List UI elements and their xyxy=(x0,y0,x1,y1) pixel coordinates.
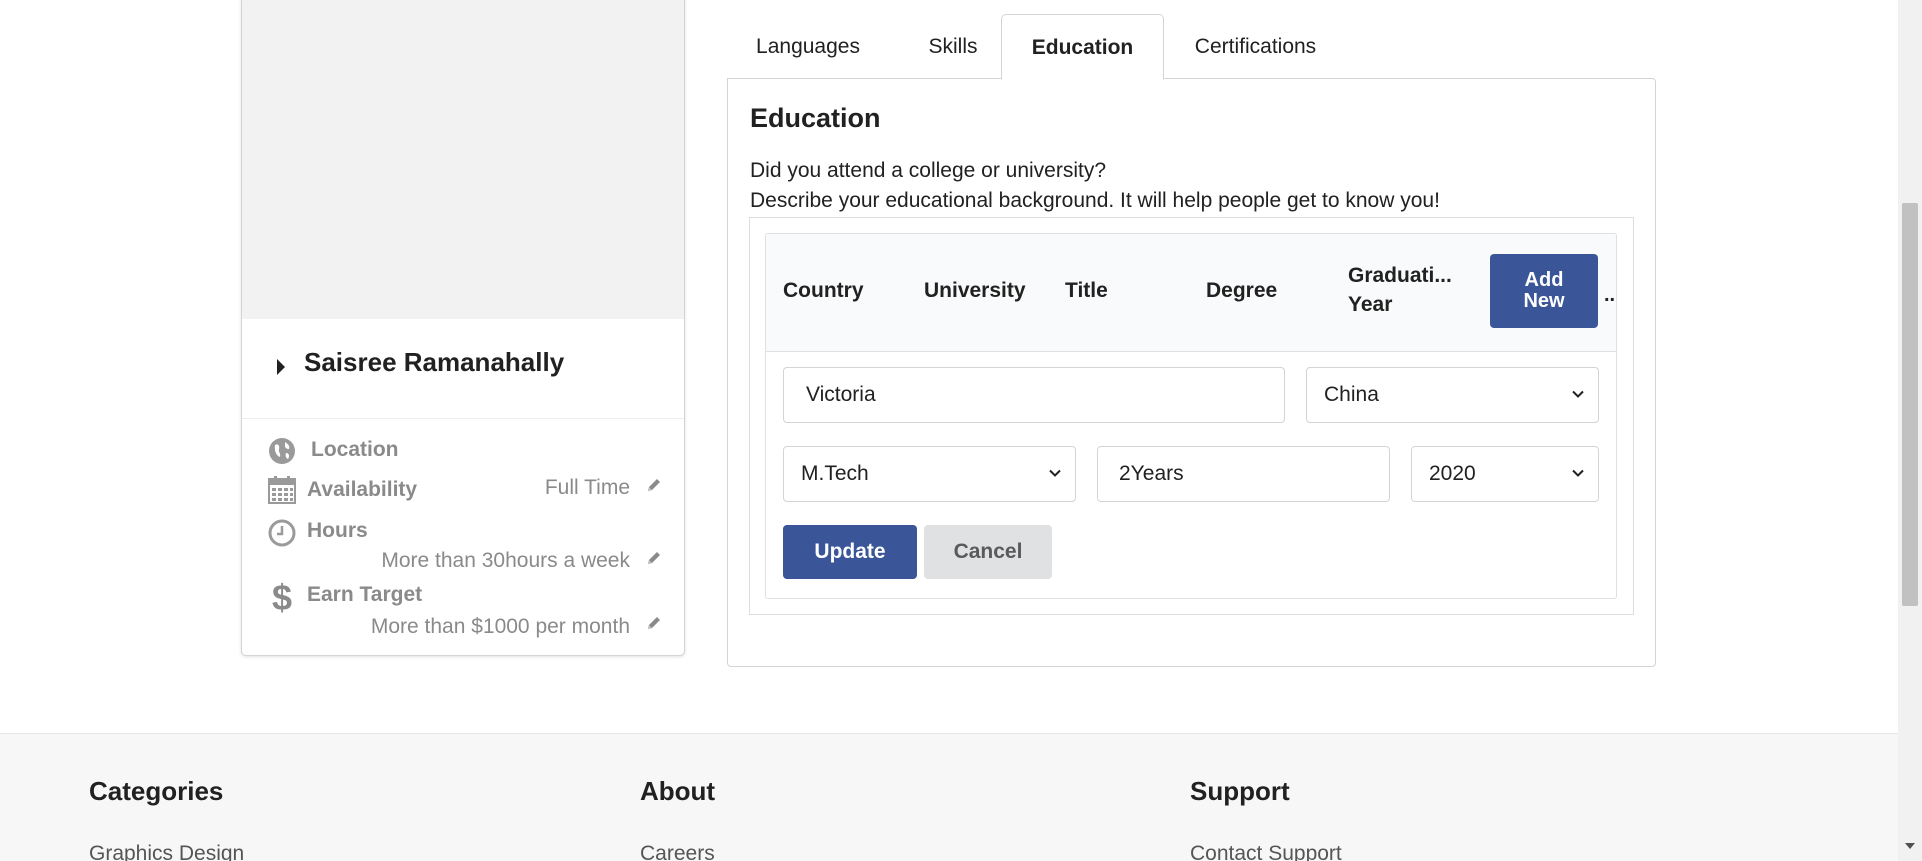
location-label: Location xyxy=(311,438,399,461)
profile-name-row[interactable]: Saisree Ramanahally xyxy=(242,319,684,419)
tab-education[interactable]: Education xyxy=(1001,14,1164,80)
edit-earn-target-pencil-icon[interactable] xyxy=(646,615,662,631)
column-header-title: Title xyxy=(1065,279,1108,302)
calendar-icon xyxy=(268,476,296,504)
hours-value: More than 30hours a week xyxy=(381,549,630,572)
chevron-down-icon xyxy=(1572,469,1584,477)
profile-image-placeholder xyxy=(242,0,684,319)
footer-about-heading: About xyxy=(640,776,716,806)
vertical-scrollbar[interactable] xyxy=(1898,0,1922,861)
education-panel: Education Did you attend a college or un… xyxy=(727,78,1656,667)
edit-hours-pencil-icon[interactable] xyxy=(646,550,662,566)
scroll-down-arrow-icon[interactable] xyxy=(1905,843,1915,849)
footer: Categories About Support Graphics Design… xyxy=(0,733,1898,861)
tab-education-label: Education xyxy=(1031,36,1134,59)
column-header-degree: Degree xyxy=(1206,279,1278,302)
education-question: Did you attend a college or university? xyxy=(750,159,1107,182)
year-select[interactable]: 2020 xyxy=(1411,446,1599,502)
footer-categories-heading: Categories xyxy=(89,776,224,806)
education-table-wrapper: Country University Title Degree Graduati… xyxy=(749,217,1634,615)
dollar-icon: $ xyxy=(272,577,293,618)
edit-availability-pencil-icon[interactable] xyxy=(646,477,662,493)
education-table: Country University Title Degree Graduati… xyxy=(765,233,1617,599)
degree-input[interactable]: 2Years xyxy=(1097,446,1390,502)
tab-skills[interactable]: Skills xyxy=(889,14,1017,79)
tab-certifications[interactable]: Certifications xyxy=(1164,14,1347,79)
title-select[interactable]: M.Tech xyxy=(783,446,1076,502)
hours-label: Hours xyxy=(307,519,368,542)
chevron-down-icon xyxy=(1572,390,1584,398)
scrollbar-thumb[interactable] xyxy=(1902,203,1918,606)
availability-value: Full Time xyxy=(544,476,630,499)
column-header-graduation: Graduati... xyxy=(1348,264,1452,287)
update-button[interactable]: Update xyxy=(783,525,917,579)
page: Saisree Ramanahally Location Availabilit… xyxy=(0,0,1922,861)
clock-icon xyxy=(268,519,296,547)
globe-icon xyxy=(269,438,295,464)
education-title: Education xyxy=(750,103,881,133)
tab-certifications-label: Certifications xyxy=(1194,35,1317,58)
country-select[interactable]: China xyxy=(1306,367,1599,423)
caret-right-icon[interactable] xyxy=(277,359,285,375)
footer-link-contact-support[interactable]: Contact Support xyxy=(1190,842,1342,861)
year-select-value: 2020 xyxy=(1429,462,1476,485)
education-description: Describe your educational background. It… xyxy=(750,189,1440,212)
add-new-label-line2: New xyxy=(1523,290,1565,312)
add-new-button[interactable]: Add New xyxy=(1490,254,1598,328)
education-table-header: Country University Title Degree Graduati… xyxy=(766,234,1616,352)
profile-card: Saisree Ramanahally Location Availabilit… xyxy=(241,0,685,656)
column-header-year: Year xyxy=(1348,293,1393,316)
column-header-university: University xyxy=(924,279,1026,302)
add-new-label-line1: Add xyxy=(1524,269,1564,291)
footer-support-heading: Support xyxy=(1190,776,1290,806)
tab-languages[interactable]: Languages xyxy=(727,14,889,79)
tab-skills-label: Skills xyxy=(928,35,978,58)
tab-languages-label: Languages xyxy=(756,35,860,58)
footer-link-graphics-design[interactable]: Graphics Design xyxy=(89,842,244,861)
country-select-value: China xyxy=(1324,383,1379,406)
earn-target-label: Earn Target xyxy=(307,583,423,606)
cancel-button[interactable]: Cancel xyxy=(924,525,1052,579)
profile-name: Saisree Ramanahally xyxy=(304,347,565,377)
more-columns-indicator: .. xyxy=(1604,284,1616,306)
title-select-value: M.Tech xyxy=(801,462,869,485)
footer-link-careers[interactable]: Careers xyxy=(640,842,715,861)
chevron-down-icon xyxy=(1049,469,1061,477)
availability-label: Availability xyxy=(307,478,418,501)
university-input[interactable]: Victoria xyxy=(783,367,1285,423)
earn-target-value: More than $1000 per month xyxy=(370,615,630,638)
column-header-country: Country xyxy=(783,279,864,302)
